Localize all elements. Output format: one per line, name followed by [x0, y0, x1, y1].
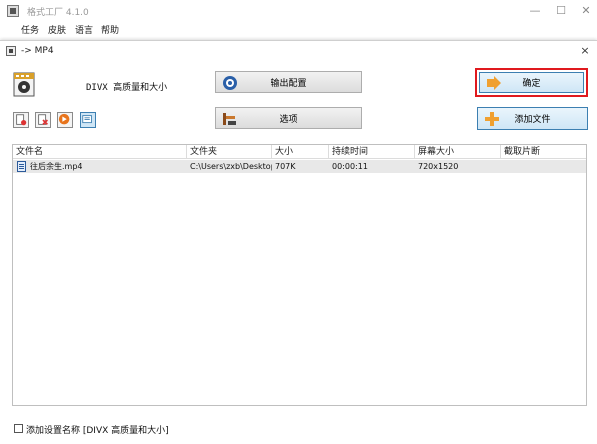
column-header-clip[interactable]: 截取片断 [501, 145, 586, 159]
add-setting-name-checkbox[interactable] [14, 424, 23, 433]
cell-resolution: 720x1520 [418, 162, 459, 171]
column-header-size[interactable]: 大小 [272, 145, 329, 159]
list-header: 文件名 文件夹 大小 持续时间 屏幕大小 截取片断 [13, 145, 586, 159]
cell-clip [501, 160, 586, 173]
dialog-icon [6, 46, 16, 56]
menu-language[interactable]: 语言 [75, 23, 93, 36]
view-button[interactable] [80, 112, 96, 128]
dialog-titlebar: -> MP4 × [0, 41, 597, 61]
main-close-button[interactable]: ✕ [575, 2, 597, 20]
dialog-title: -> MP4 [21, 46, 54, 56]
output-config-icon [223, 76, 237, 90]
column-header-filename[interactable]: 文件名 [13, 145, 187, 159]
main-window-title: 格式工厂 4.1.0 [27, 8, 89, 18]
minimize-button[interactable]: — [524, 2, 546, 20]
ok-highlight-frame: 确定 [475, 68, 588, 97]
options-icon [223, 113, 236, 125]
remove-file-icon [38, 114, 48, 125]
app-icon [7, 5, 19, 17]
dialog-close-button[interactable]: × [578, 44, 592, 58]
divx-format-icon [13, 72, 35, 97]
options-button[interactable]: 选项 [215, 107, 362, 129]
table-row[interactable]: 往后余生.mp4 C:\Users\zxb\Desktop 707K 00:00… [13, 160, 586, 173]
menu-help[interactable]: 帮助 [101, 23, 119, 36]
add-file-button[interactable]: 添加文件 [477, 107, 588, 130]
ok-label: 确定 [522, 79, 541, 89]
menu-task[interactable]: 任务 [21, 23, 39, 36]
convert-dialog: -> MP4 × DIVX 高质量和大小 输出配置 选项 确定 添加文件 文件名… [0, 40, 597, 444]
cell-duration: 00:00:11 [332, 162, 368, 171]
output-config-button[interactable]: 输出配置 [215, 71, 362, 93]
cell-filename: 往后余生.mp4 [30, 162, 83, 171]
plus-icon [485, 112, 499, 126]
clear-list-icon [16, 114, 27, 126]
play-icon [58, 113, 70, 125]
cell-size: 707K [275, 162, 296, 171]
column-header-resolution[interactable]: 屏幕大小 [415, 145, 501, 159]
cell-folder: C:\Users\zxb\Desktop [190, 162, 272, 171]
view-icon [82, 115, 92, 124]
add-file-label: 添加文件 [514, 115, 551, 125]
file-list[interactable]: 文件名 文件夹 大小 持续时间 屏幕大小 截取片断 往后余生.mp4 C:\Us… [12, 144, 587, 406]
output-config-label: 输出配置 [270, 78, 307, 89]
ok-button[interactable]: 确定 [479, 72, 584, 93]
play-button[interactable] [57, 112, 73, 128]
menu-bar: 任务 皮肤 语言 帮助 [0, 22, 597, 38]
remove-file-button[interactable] [35, 112, 51, 128]
main-titlebar: 格式工厂 4.1.0 — ☐ ✕ [0, 0, 597, 22]
options-label: 选项 [279, 114, 298, 125]
menu-skin[interactable]: 皮肤 [48, 23, 66, 36]
add-setting-name-label[interactable]: 添加设置名称 [DIVX 高质量和大小] [26, 423, 169, 436]
file-icon [17, 161, 26, 172]
column-header-duration[interactable]: 持续时间 [329, 145, 415, 159]
maximize-button[interactable]: ☐ [550, 2, 572, 20]
clear-list-button[interactable] [13, 112, 29, 128]
column-header-folder[interactable]: 文件夹 [187, 145, 272, 159]
arrow-right-icon [487, 76, 501, 90]
format-label: DIVX 高质量和大小 [86, 83, 168, 93]
